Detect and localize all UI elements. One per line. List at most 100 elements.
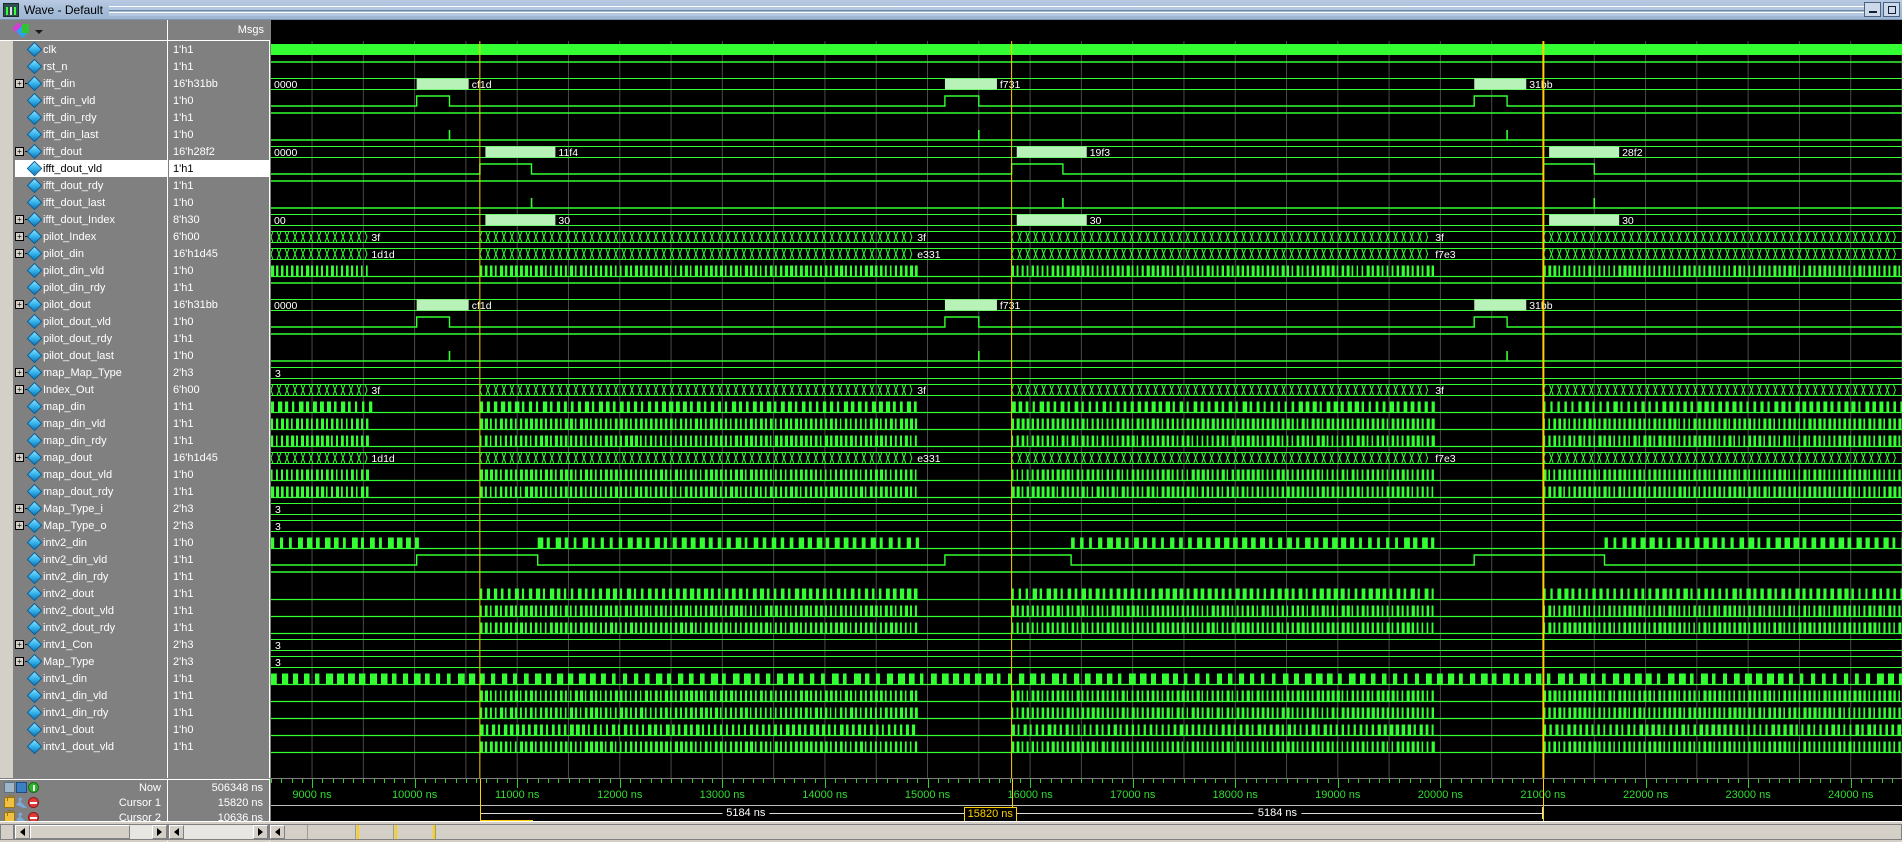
cursor-row-cursor-1[interactable]: Cursor 1 — [0, 795, 167, 810]
signal-row-intv1_dout[interactable]: intv1_dout — [15, 721, 167, 738]
cursor-row-now[interactable]: Now — [0, 780, 167, 795]
signal-row-ifft_din_last[interactable]: ifft_din_last — [15, 126, 167, 143]
signal-names-pane[interactable]: clkrst_n+ifft_dinifft_din_vldifft_din_rd… — [0, 41, 168, 778]
expand-icon[interactable]: + — [15, 657, 24, 666]
signal-row-pilot_din[interactable]: +pilot_din — [15, 245, 167, 262]
signal-row-map_dout_vld[interactable]: map_dout_vld — [15, 466, 167, 483]
wave-intv2_dout_vld-pulse — [1778, 606, 1780, 617]
signal-row-intv1_din_vld[interactable]: intv1_din_vld — [15, 687, 167, 704]
signal-row-pilot_Index[interactable]: +pilot_Index — [15, 228, 167, 245]
wave-intv1_din_rdy-pulse — [1703, 708, 1706, 719]
flag-icon[interactable] — [16, 782, 27, 793]
cursor-1-marker-label[interactable]: 15820 ns — [964, 807, 1017, 822]
names-horizontal-scrollbar[interactable] — [14, 824, 168, 840]
signal-values-pane[interactable]: 1'h11'h116'h31bb1'h01'h11'h016'h28f21'h1… — [169, 41, 270, 778]
scroll-track[interactable] — [130, 825, 152, 839]
wave-map_din_rdy-pulse — [685, 436, 687, 447]
wave-window-body: Msgs clkrst_n+ifft_dinifft_din_vldifft_d… — [0, 20, 1902, 821]
signal-row-intv2_dout_vld[interactable]: intv2_dout_vld — [15, 602, 167, 619]
scroll-left-icon[interactable] — [169, 825, 184, 839]
signal-row-pilot_dout_rdy[interactable]: pilot_dout_rdy — [15, 330, 167, 347]
signal-row-ifft_dout_vld[interactable]: ifft_dout_vld — [15, 160, 167, 177]
signal-row-Map_Type[interactable]: +Map_Type — [15, 653, 167, 670]
wave-horizontal-scrollbar[interactable] — [269, 824, 1902, 840]
signal-row-rst_n[interactable]: rst_n — [15, 58, 167, 75]
delete-icon[interactable] — [28, 797, 39, 808]
signal-row-map_din_vld[interactable]: map_din_vld — [15, 415, 167, 432]
expand-icon[interactable]: + — [15, 232, 24, 241]
signal-row-Map_Type_i[interactable]: +Map_Type_i — [15, 500, 167, 517]
signal-row-intv2_dout[interactable]: intv2_dout — [15, 585, 167, 602]
signal-row-map_din_rdy[interactable]: map_din_rdy — [15, 432, 167, 449]
expand-icon[interactable]: + — [15, 147, 24, 156]
signal-row-pilot_din_rdy[interactable]: pilot_din_rdy — [15, 279, 167, 296]
signal-row-ifft_dout_last[interactable]: ifft_dout_last — [15, 194, 167, 211]
waveform-canvas[interactable]: 0000cf1df73131bb000011f419f328f200303030… — [271, 41, 1902, 778]
values-horizontal-scrollbar[interactable] — [168, 824, 269, 840]
scroll-right-icon[interactable] — [253, 825, 268, 839]
signal-row-intv1_din[interactable]: intv1_din — [15, 670, 167, 687]
expand-icon[interactable]: + — [15, 640, 24, 649]
scroll-left-icon[interactable] — [270, 825, 285, 839]
wrench-icon[interactable] — [16, 797, 27, 808]
signal-row-pilot_din_vld[interactable]: pilot_din_vld — [15, 262, 167, 279]
signal-row-intv2_din_rdy[interactable]: intv2_din_rdy — [15, 568, 167, 585]
wave-map_dout_rdy-pulse — [306, 487, 309, 498]
restore-button[interactable] — [1883, 2, 1900, 17]
signal-row-map_dout_rdy[interactable]: map_dout_rdy — [15, 483, 167, 500]
waveform-pane[interactable]: 0000cf1df73131bb000011f419f328f200303030… — [271, 41, 1902, 778]
signal-row-pilot_dout_last[interactable]: pilot_dout_last — [15, 347, 167, 364]
expand-icon[interactable]: + — [15, 453, 24, 462]
cursor-bookmark-mark[interactable] — [433, 825, 435, 839]
expand-icon[interactable]: + — [15, 215, 24, 224]
expand-icon[interactable]: + — [15, 249, 24, 258]
cursor-bookmark-mark[interactable] — [357, 825, 359, 839]
signal-row-clk[interactable]: clk — [15, 41, 167, 58]
scroll-left-icon[interactable] — [15, 825, 30, 839]
expand-icon[interactable]: + — [15, 385, 24, 394]
signal-palette-button[interactable] — [0, 20, 168, 41]
signal-row-map_dout[interactable]: +map_dout — [15, 449, 167, 466]
signal-row-intv1_Con[interactable]: +intv1_Con — [15, 636, 167, 653]
expand-icon[interactable]: + — [15, 368, 24, 377]
signal-row-ifft_dout[interactable]: +ifft_dout — [15, 143, 167, 160]
signal-row-ifft_dout_rdy[interactable]: ifft_dout_rdy — [15, 177, 167, 194]
wave-map_din_vld-pulse — [1828, 419, 1831, 430]
expand-icon[interactable]: + — [15, 521, 24, 530]
cursor-bookmark-mark[interactable] — [395, 825, 397, 839]
signal-row-ifft_din_vld[interactable]: ifft_din_vld — [15, 92, 167, 109]
ruler-icon[interactable] — [4, 782, 15, 793]
signal-row-intv1_dout_vld[interactable]: intv1_dout_vld — [15, 738, 167, 755]
minimize-button[interactable] — [1864, 2, 1881, 17]
wave-intv1_din_vld-pulse — [1432, 691, 1434, 702]
signal-row-ifft_din[interactable]: +ifft_din — [15, 75, 167, 92]
msgs-column-header[interactable]: Msgs — [168, 20, 270, 41]
expand-icon[interactable]: + — [15, 79, 24, 88]
signal-row-map_din[interactable]: map_din — [15, 398, 167, 415]
wave-map_din-pulse — [704, 402, 707, 413]
scroll-right-icon[interactable] — [152, 825, 167, 839]
bookmark-strip[interactable] — [285, 825, 1901, 839]
signal-row-intv2_din_vld[interactable]: intv2_din_vld — [15, 551, 167, 568]
expand-icon[interactable]: + — [15, 504, 24, 513]
signal-row-intv1_din_rdy[interactable]: intv1_din_rdy — [15, 704, 167, 721]
signal-row-ifft_dout_Index[interactable]: +ifft_dout_Index — [15, 211, 167, 228]
signal-row-pilot_dout[interactable]: +pilot_dout — [15, 296, 167, 313]
signal-row-intv2_din[interactable]: intv2_din — [15, 534, 167, 551]
signal-row-ifft_din_rdy[interactable]: ifft_din_rdy — [15, 109, 167, 126]
scroll-track[interactable] — [184, 825, 253, 839]
signal-row-Index_Out[interactable]: +Index_Out — [15, 381, 167, 398]
signal-row-Map_Type_o[interactable]: +Map_Type_o — [15, 517, 167, 534]
chevron-down-icon[interactable] — [35, 30, 43, 34]
expand-icon[interactable]: + — [15, 300, 24, 309]
signal-row-map_Map_Type[interactable]: +map_Map_Type — [15, 364, 167, 381]
scroll-thumb[interactable] — [30, 825, 130, 839]
signal-row-pilot_dout_vld[interactable]: pilot_dout_vld — [15, 313, 167, 330]
wave-map_dout_rdy-pulse — [690, 487, 693, 498]
wave-map_dout_vld-pulse — [1057, 470, 1060, 481]
signal-row-intv2_dout_rdy[interactable]: intv2_dout_rdy — [15, 619, 167, 636]
wave-map_din-pulse — [837, 402, 839, 413]
timeline-tick-label: 10000 ns — [392, 789, 437, 801]
lock-icon[interactable] — [4, 797, 15, 808]
add-cursor-icon[interactable] — [28, 782, 39, 793]
